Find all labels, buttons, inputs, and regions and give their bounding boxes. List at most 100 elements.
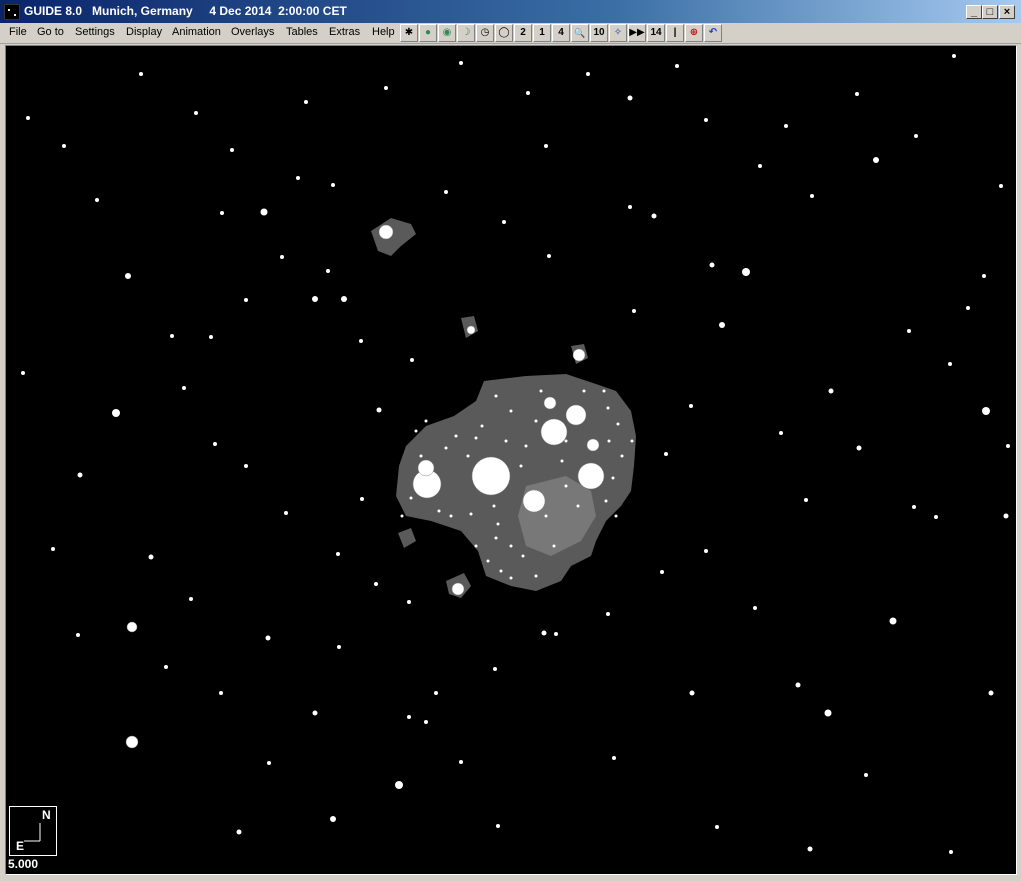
star <box>982 407 990 415</box>
star <box>586 72 590 76</box>
star <box>534 419 538 423</box>
star-map-icon[interactable]: ✧ <box>609 24 627 42</box>
undo-icon[interactable]: ↶ <box>704 24 722 42</box>
star <box>504 439 508 443</box>
star <box>170 334 174 338</box>
menu-goto[interactable]: Go to <box>37 26 64 38</box>
star <box>547 254 551 258</box>
clock-icon[interactable]: ◷ <box>476 24 494 42</box>
star <box>526 91 530 95</box>
star <box>21 371 25 375</box>
star <box>244 298 248 302</box>
star <box>742 268 750 276</box>
star <box>265 635 271 641</box>
star <box>554 632 558 636</box>
star <box>451 582 465 596</box>
star <box>189 597 193 601</box>
telescope-icon[interactable]: ✱ <box>400 24 418 42</box>
star <box>934 515 938 519</box>
star <box>360 497 364 501</box>
star <box>704 118 708 122</box>
star <box>444 190 448 194</box>
star <box>779 431 783 435</box>
close-button[interactable]: × <box>999 5 1015 19</box>
star <box>602 389 606 393</box>
sky-chart[interactable]: N E 5.000 <box>5 45 1017 875</box>
star <box>784 124 788 128</box>
star <box>209 335 213 339</box>
star <box>912 505 916 509</box>
menu-file[interactable]: File <box>9 26 27 38</box>
star <box>704 549 708 553</box>
menu-help[interactable]: Help <box>372 26 395 38</box>
star <box>280 255 284 259</box>
window-title: GUIDE 8.0 Munich, Germany 4 Dec 2014 2:0… <box>24 4 347 18</box>
star <box>509 409 513 413</box>
star <box>616 422 620 426</box>
star <box>824 709 832 717</box>
star <box>804 498 808 502</box>
zoom-10-icon[interactable]: 10 <box>590 24 608 42</box>
target-icon[interactable]: ⊕ <box>685 24 703 42</box>
step-count-icon[interactable]: 14 <box>647 24 665 42</box>
star <box>753 606 757 610</box>
star <box>267 761 271 765</box>
compass-rose: N E <box>9 806 57 856</box>
star <box>148 554 154 560</box>
moon-icon[interactable]: ☽ <box>457 24 475 42</box>
star <box>999 184 1003 188</box>
star <box>492 504 496 508</box>
star <box>620 454 624 458</box>
star <box>260 208 268 216</box>
star <box>244 464 248 468</box>
menu-animation[interactable]: Animation <box>172 26 221 38</box>
step-bar-icon[interactable]: | <box>666 24 684 42</box>
star <box>486 559 490 563</box>
star <box>560 459 564 463</box>
star <box>1006 444 1010 448</box>
zoom-1-icon[interactable]: 1 <box>533 24 551 42</box>
star <box>689 404 693 408</box>
star <box>220 211 224 215</box>
zoom-4-icon[interactable]: 4 <box>552 24 570 42</box>
menu-overlays[interactable]: Overlays <box>231 26 274 38</box>
app-icon[interactable] <box>4 4 20 20</box>
zoom-in-icon[interactable]: 🔍 <box>571 24 589 42</box>
menu-bar: File Go to Settings Display Animation Ov… <box>0 23 1021 44</box>
star <box>630 439 634 443</box>
star <box>480 424 484 428</box>
star <box>540 418 568 446</box>
star <box>855 92 859 96</box>
star <box>466 454 470 458</box>
star <box>326 269 330 273</box>
star <box>949 850 953 854</box>
planet-icon[interactable]: ● <box>419 24 437 42</box>
sun-icon[interactable]: ◉ <box>438 24 456 42</box>
star-field[interactable] <box>6 46 1016 874</box>
menu-display[interactable]: Display <box>126 26 162 38</box>
menu-extras[interactable]: Extras <box>329 26 360 38</box>
star <box>449 514 453 518</box>
compass-north-label: N <box>42 808 51 822</box>
compass-east-label: E <box>16 839 25 853</box>
minimize-button[interactable]: _ <box>966 5 982 19</box>
star <box>522 489 546 513</box>
maximize-button[interactable]: □ <box>982 5 998 19</box>
star <box>539 389 543 393</box>
fast-forward-icon[interactable]: ▶▶ <box>628 24 646 42</box>
star <box>139 72 143 76</box>
star <box>611 476 615 480</box>
nebula-patch <box>398 528 416 548</box>
star <box>494 536 498 540</box>
menu-tables[interactable]: Tables <box>286 26 318 38</box>
menu-settings[interactable]: Settings <box>75 26 115 38</box>
star <box>474 436 478 440</box>
star <box>337 645 341 649</box>
star <box>907 329 911 333</box>
star <box>576 504 580 508</box>
zoom-out-icon[interactable]: ◯ <box>495 24 513 42</box>
star <box>544 144 548 148</box>
zoom-2-icon[interactable]: 2 <box>514 24 532 42</box>
star <box>502 220 506 224</box>
star <box>454 434 458 438</box>
